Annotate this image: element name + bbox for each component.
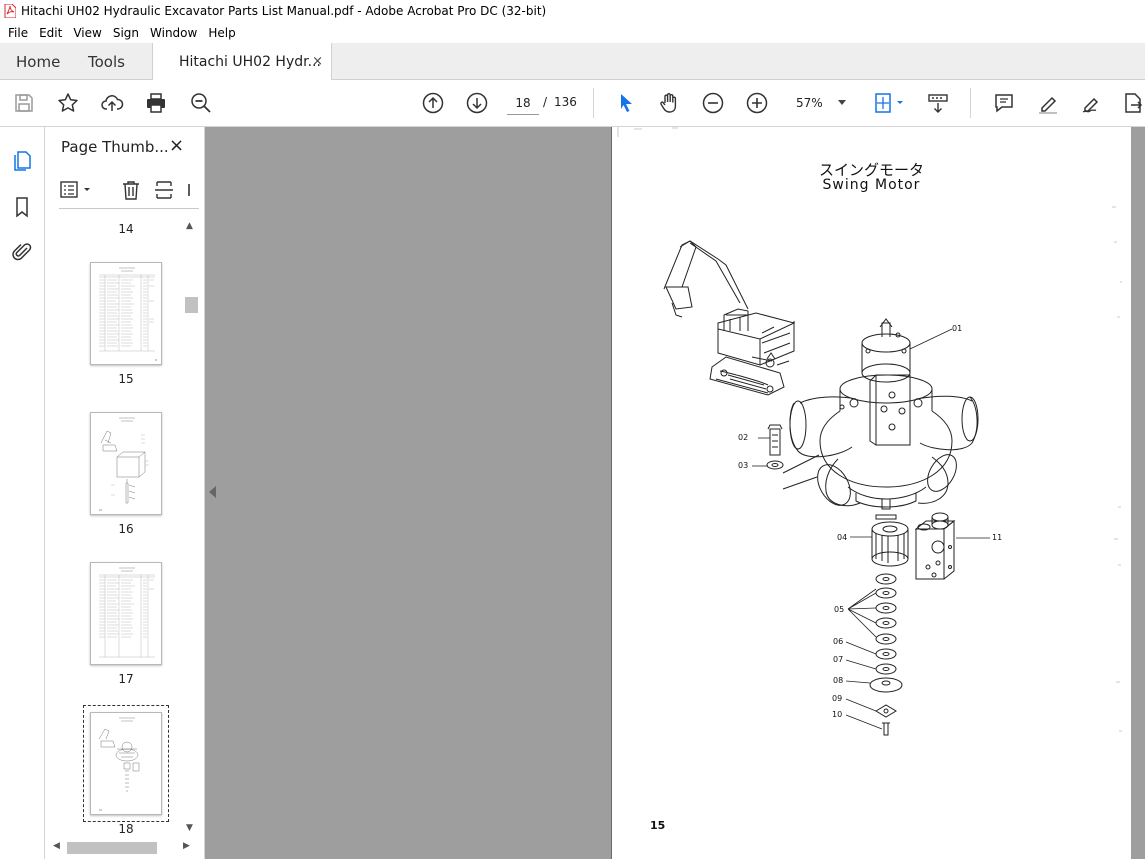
total-pages: 136 [554,95,577,109]
panel-toolbar [59,177,199,209]
save-icon[interactable] [12,91,36,115]
zoom-in-icon[interactable] [745,91,769,115]
scroll-thumb[interactable] [185,297,198,313]
pdf-page: スイングモータ Swing Motor 01 02 03 04 05 06 07… [611,127,1131,859]
menu-sign[interactable]: Sign [109,26,143,40]
callout-08: 08 [833,676,844,685]
panel-title: Page Thumb... [61,138,169,156]
collapse-panel-icon[interactable] [209,486,216,498]
close-panel-icon[interactable]: × [169,135,184,156]
select-cursor-icon[interactable] [614,91,638,115]
thumbnail-label: 18 [118,822,134,836]
window-title: Hitachi UH02 Hydraulic Excavator Parts L… [21,4,547,18]
toolbar-divider [593,88,594,118]
swing-motor-diagram [617,127,1122,736]
thumbnail-label: 15 [118,372,134,386]
callout-07: 07 [833,655,844,664]
tab-tools[interactable]: Tools [88,43,125,80]
bookmark-icon[interactable] [10,195,34,219]
page-footer-number: 15 [650,819,666,832]
tab-bar: Home Tools Hitachi UH02 Hydr... × [0,43,1145,81]
scroll-up-icon[interactable]: ▲ [186,221,193,231]
thumbnail-horizontal-scrollbar[interactable]: ◀ ▶ [53,839,203,857]
tab-home[interactable]: Home [16,43,60,80]
callout-04: 04 [837,533,848,542]
menu-window[interactable]: Window [146,26,201,40]
callout-06: 06 [833,637,844,646]
close-tab-icon[interactable]: × [312,54,323,69]
scroll-right-icon[interactable]: ▶ [183,841,190,851]
callout-01: 01 [952,324,963,333]
search-zoom-icon[interactable] [189,91,213,115]
fit-page-icon[interactable] [872,91,906,115]
page-number-input[interactable]: 18 [507,91,539,115]
zoom-out-icon[interactable] [701,91,725,115]
zoom-select[interactable]: 57% [790,91,852,115]
thumbnail-panel: Page Thumb... × 14 15 16 17 18 ▲ ▼ ◀ ▶ [45,127,205,859]
pdf-app-icon [4,4,16,18]
chevron-down-icon [838,100,846,105]
highlight-icon[interactable] [1036,91,1060,115]
print-icon[interactable] [144,91,168,115]
page-down-icon[interactable] [465,91,489,115]
comment-icon[interactable] [992,91,1016,115]
callout-02: 02 [738,433,749,442]
thumbnail-options-icon[interactable] [59,179,95,201]
page-separator: / [543,95,548,109]
page-heading-english: Swing Motor [822,177,921,193]
thumbnail-label: 14 [118,222,134,236]
rotate-icon[interactable] [185,179,195,201]
scroll-mode-icon[interactable] [926,91,950,115]
menu-file[interactable]: File [4,26,32,40]
callout-03: 03 [738,461,749,470]
toolbar-divider [970,88,971,118]
menu-edit[interactable]: Edit [35,26,66,40]
menu-view[interactable]: View [69,26,105,40]
zoom-value: 57% [796,96,823,110]
callout-10: 10 [832,710,843,719]
left-rail [0,127,45,859]
thumbnail-vertical-scrollbar[interactable]: ▲ ▼ [183,219,199,839]
thumbnail-list: 14 15 16 17 18 [45,217,183,839]
thumbnail-page-18[interactable] [90,712,162,815]
document-tab-label: Hitachi UH02 Hydr... [179,54,321,70]
horizontal-scroll-thumb[interactable] [67,842,157,854]
paperclip-icon[interactable] [10,240,34,264]
scroll-down-icon[interactable]: ▼ [186,823,193,833]
sign-icon[interactable] [1080,91,1104,115]
thumbnail-page-17[interactable] [90,562,162,665]
callout-05: 05 [834,605,845,614]
title-bar: Hitachi UH02 Hydraulic Excavator Parts L… [0,0,1145,22]
star-icon[interactable] [56,91,80,115]
thumbnail-label: 17 [118,672,134,686]
menu-help[interactable]: Help [204,26,239,40]
page-up-icon[interactable] [421,91,445,115]
thumbnail-page-16[interactable] [90,412,162,515]
scroll-left-icon[interactable]: ◀ [53,841,60,851]
page-thumbnails-icon[interactable] [10,148,34,172]
menu-bar: File Edit View Sign Window Help [0,22,1145,43]
hand-icon[interactable] [657,91,681,115]
delete-icon[interactable] [120,179,142,201]
callout-11: 11 [992,533,1003,542]
extract-pages-icon[interactable] [153,179,175,201]
upload-icon[interactable] [100,91,124,115]
thumbnail-page-15[interactable] [90,262,162,365]
tab-document[interactable]: Hitachi UH02 Hydr... × [152,43,332,81]
thumbnail-label: 16 [118,522,134,536]
callout-09: 09 [832,694,843,703]
export-icon[interactable] [1121,91,1145,115]
